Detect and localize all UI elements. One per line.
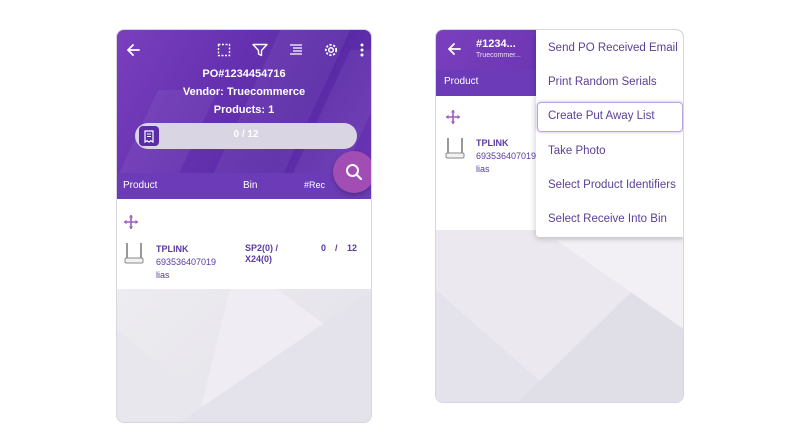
more-vert-icon[interactable] <box>351 39 371 61</box>
qty-received: 0 <box>321 243 327 253</box>
gear-icon[interactable] <box>320 39 342 61</box>
product-sku: 693536407019 <box>156 257 217 267</box>
overflow-menu: Send PO Received Email Print Random Seri… <box>536 30 683 237</box>
vendor-name: Vendor: Truecommerce <box>182 86 306 98</box>
back-arrow-icon[interactable] <box>443 38 465 60</box>
qty-total: 12 <box>347 243 358 253</box>
select-box-icon[interactable] <box>213 39 235 61</box>
bin-line-2: X24(0) <box>245 254 273 264</box>
product-name: TPLINK <box>476 138 509 148</box>
search-icon <box>346 164 363 181</box>
menu-take-photo[interactable]: Take Photo <box>536 136 683 166</box>
menu-select-receive-into-bin[interactable]: Select Receive Into Bin <box>536 204 683 234</box>
po-header: PO#1234454716 Vendor: Truecommerce Produ… <box>117 30 371 173</box>
filter-icon[interactable] <box>249 39 271 61</box>
vendor-subtitle: Truecommer... <box>476 52 521 59</box>
right-phone-screen: #1234... Truecommer... Product TPLINK 69… <box>435 29 684 403</box>
column-product[interactable]: Product <box>444 76 478 87</box>
qty-separator: / <box>335 243 338 253</box>
product-name: TPLINK <box>156 244 189 254</box>
products-count: Products: 1 <box>213 104 275 116</box>
menu-print-random-serials[interactable]: Print Random Serials <box>536 67 683 97</box>
progress-text: 0 / 12 <box>233 129 259 140</box>
menu-select-product-identifiers[interactable]: Select Product Identifiers <box>536 170 683 200</box>
search-button[interactable] <box>333 151 371 193</box>
product-alias: lias <box>156 270 170 280</box>
menu-create-put-away-list[interactable]: Create Put Away List <box>537 102 683 132</box>
move-arrows-icon[interactable] <box>123 214 139 230</box>
receive-progress-bar: 0 / 12 <box>135 123 357 149</box>
menu-send-po-received-email[interactable]: Send PO Received Email <box>536 33 683 63</box>
back-arrow-icon[interactable] <box>122 39 144 61</box>
column-product[interactable]: Product <box>123 180 157 191</box>
product-row[interactable]: TPLINK 693536407019 lias SP2(0) / X24(0)… <box>117 199 371 289</box>
column-rec[interactable]: #Rec <box>304 180 325 190</box>
router-image <box>445 138 465 159</box>
list-icon[interactable] <box>285 39 307 61</box>
product-alias: lias <box>476 164 490 174</box>
po-number: PO#1234454716 <box>202 68 286 80</box>
product-sku: 693536407019 <box>476 151 537 161</box>
bin-location: SP2(0) / X24(0) <box>245 243 278 265</box>
bin-line-1: SP2(0) / <box>245 243 279 253</box>
column-bin[interactable]: Bin <box>243 180 257 191</box>
move-arrows-icon[interactable] <box>445 109 461 125</box>
po-title: #1234... <box>476 38 516 50</box>
left-phone-screen: PO#1234454716 Vendor: Truecommerce Produ… <box>116 29 372 423</box>
router-image <box>124 243 144 264</box>
